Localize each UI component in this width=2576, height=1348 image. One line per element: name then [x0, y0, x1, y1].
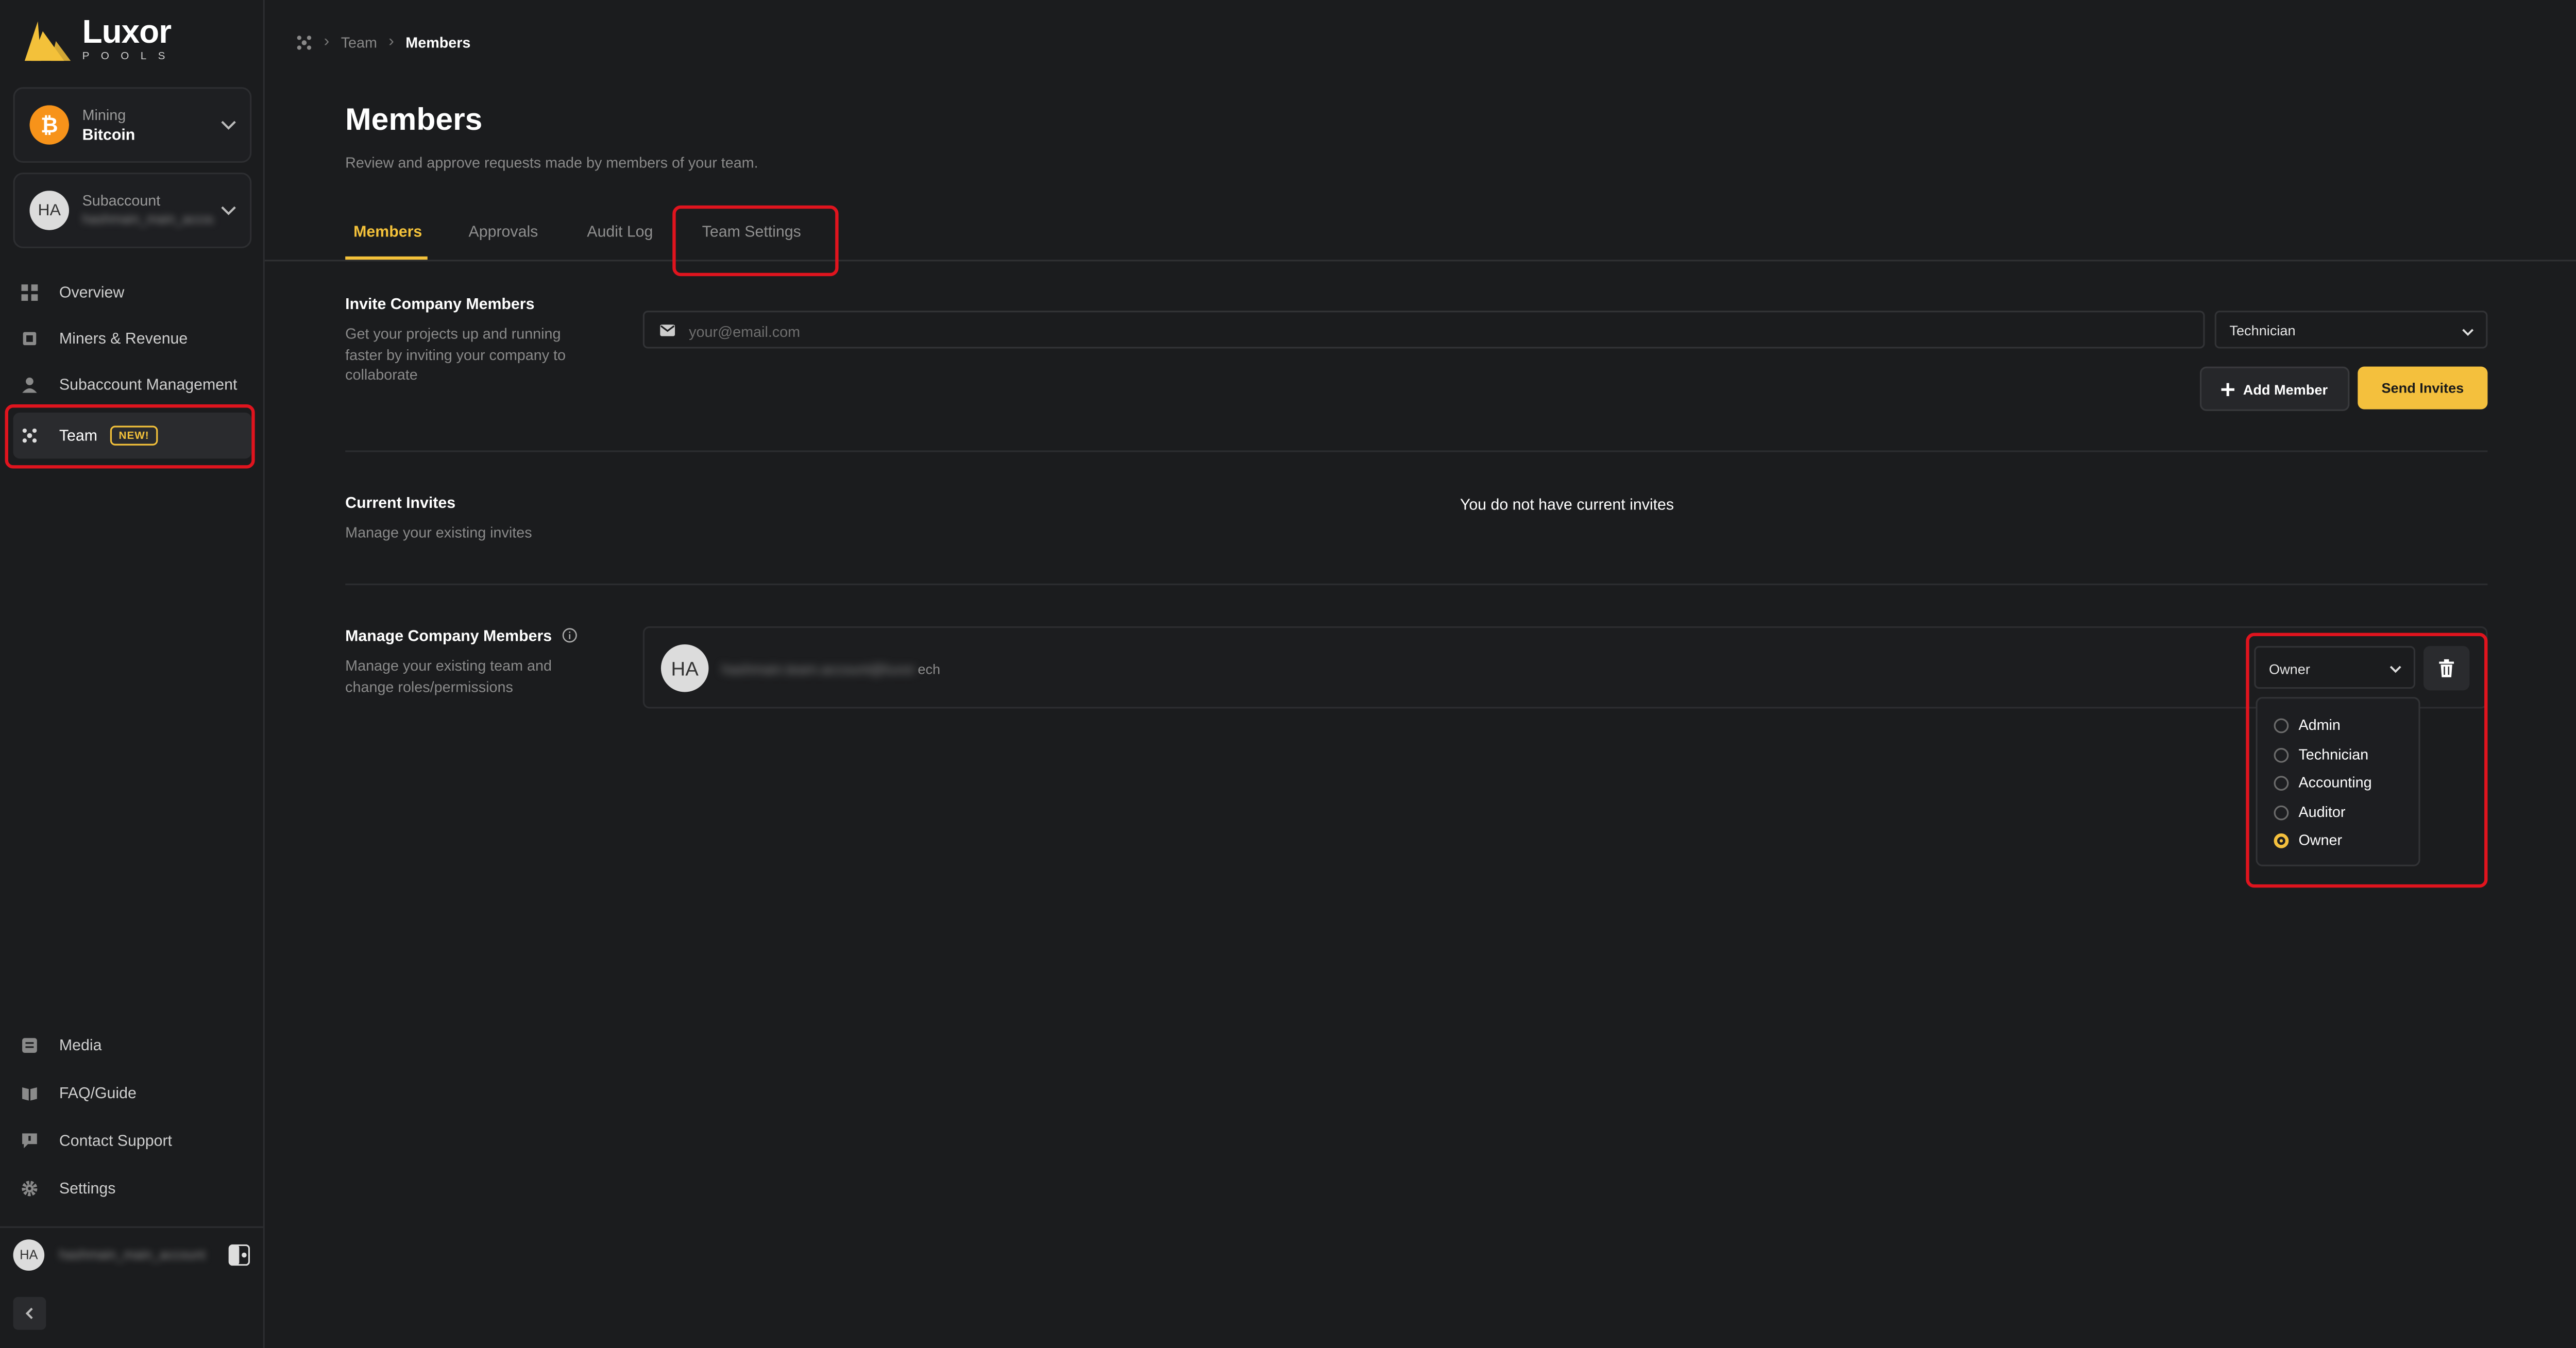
mining-label: Mining [82, 107, 126, 124]
section-divider [345, 583, 2488, 586]
breadcrumb-members: Members [405, 33, 471, 50]
invite-email-field[interactable] [642, 311, 2205, 349]
mining-selector[interactable]: ₿ Mining Bitcoin [13, 87, 252, 163]
send-invites-label: Send Invites [2381, 380, 2464, 397]
breadcrumb: › Team › Members [296, 33, 470, 51]
current-invites-desc: Manage your existing invites [345, 524, 532, 541]
manage-members-title-text: Manage Company Members [345, 628, 552, 646]
tabs-divider [264, 260, 2576, 262]
member-email-hidden: hashmain.team.account@luxor. [721, 660, 918, 677]
subaccount-avatar: HA [29, 191, 70, 230]
invite-section-title: Invite Company Members [345, 296, 535, 314]
media-icon [22, 1038, 37, 1053]
sidebar-item-overview[interactable]: Overview [13, 269, 252, 315]
sidebar-item-settings[interactable]: Settings [13, 1166, 252, 1212]
sidebar-item-subaccount-management[interactable]: Subaccount Management [13, 362, 252, 407]
invite-role-value: Technician [2229, 322, 2296, 339]
team-icon[interactable] [296, 33, 312, 50]
sidebar-item-miners-revenue[interactable]: Miners & Revenue [13, 316, 252, 362]
member-email: hashmain.team.account@luxor.ech [722, 661, 940, 677]
page-title: Members [345, 104, 483, 139]
current-invites-title: Current Invites [345, 494, 456, 513]
highlight-box [2246, 633, 2488, 888]
invite-role-select[interactable]: Technician [2214, 311, 2488, 349]
info-icon[interactable] [563, 628, 578, 643]
subaccount-value: hashmain_main_account [82, 212, 214, 227]
sidebar-item-label: Settings [59, 1179, 116, 1198]
mail-icon [660, 325, 675, 336]
sidebar-item-label: Subaccount Management [59, 376, 238, 394]
chevron-down-icon [2462, 329, 2474, 336]
chevron-down-icon [221, 206, 236, 215]
breadcrumb-separator: › [324, 32, 330, 51]
section-divider [345, 450, 2488, 452]
plus-icon [2222, 382, 2235, 396]
chevron-down-icon [221, 121, 236, 130]
user-avatar[interactable]: HA [13, 1239, 45, 1271]
no-invites-message: You do not have current invites [1460, 496, 1674, 515]
sidebar-item-contact-support[interactable]: Contact Support [13, 1118, 252, 1164]
breadcrumb-team[interactable]: Team [341, 33, 377, 50]
sidebar-item-label: Media [59, 1036, 102, 1055]
sidebar-item-label: Contact Support [59, 1132, 172, 1150]
sidebar: Luxor POOLS ₿ Mining Bitcoin HA Subaccou… [0, 0, 265, 1348]
add-member-button[interactable]: Add Member [2199, 366, 2350, 411]
user-name: hashmain_main_account [59, 1248, 206, 1262]
collapse-sidebar-button[interactable] [13, 1296, 46, 1330]
chevron-left-icon [25, 1307, 33, 1319]
luxor-logo[interactable]: Luxor POOLS [23, 16, 177, 64]
manage-members-desc: Manage your existing team and change rol… [345, 657, 552, 695]
mining-value: Bitcoin [82, 126, 135, 145]
sidebar-item-label: FAQ/Guide [59, 1084, 137, 1102]
tab-approvals[interactable]: Approvals [469, 224, 538, 242]
highlight-box [5, 404, 255, 469]
chip-icon [23, 332, 37, 346]
breadcrumb-separator: › [388, 32, 394, 51]
chat-icon [22, 1133, 37, 1149]
sidebar-divider [0, 1226, 263, 1228]
book-icon [22, 1087, 37, 1101]
grid-icon [21, 284, 38, 301]
sidebar-item-media[interactable]: Media [13, 1022, 252, 1068]
tab-members[interactable]: Members [353, 224, 422, 242]
highlight-box [672, 205, 839, 277]
subaccount-selector[interactable]: HA Subaccount hashmain_main_account [13, 173, 252, 248]
add-member-label: Add Member [2243, 380, 2328, 397]
subaccount-label: Subaccount [82, 192, 161, 209]
member-row: HA hashmain.team.account@luxor.ech [642, 626, 2488, 709]
sidebar-item-label: Overview [59, 283, 125, 302]
invite-email-input[interactable] [685, 317, 2008, 347]
luxor-logo-icon [24, 20, 71, 60]
sidebar-item-label: Miners & Revenue [59, 329, 188, 348]
sidebar-item-faq[interactable]: FAQ/Guide [13, 1070, 252, 1116]
invite-section-desc: Get your projects up and running faster … [345, 325, 566, 383]
logo-sub: POOLS [82, 50, 177, 63]
gear-icon [22, 1181, 38, 1197]
manage-members-title: Manage Company Members [345, 628, 578, 646]
svg-text:₿: ₿ [41, 112, 58, 138]
logo-name: Luxor [82, 14, 172, 51]
page-subtitle: Review and approve requests made by memb… [345, 154, 758, 171]
member-avatar: HA [660, 644, 709, 692]
send-invites-button[interactable]: Send Invites [2358, 366, 2488, 409]
theme-toggle-icon[interactable] [228, 1244, 250, 1266]
bitcoin-icon: ₿ [29, 105, 70, 145]
member-email-suffix: ech [918, 660, 941, 677]
tab-audit-log[interactable]: Audit Log [587, 224, 653, 242]
main-content: › Team › Members Members Review and appr… [264, 0, 2576, 1348]
user-icon [22, 378, 37, 393]
